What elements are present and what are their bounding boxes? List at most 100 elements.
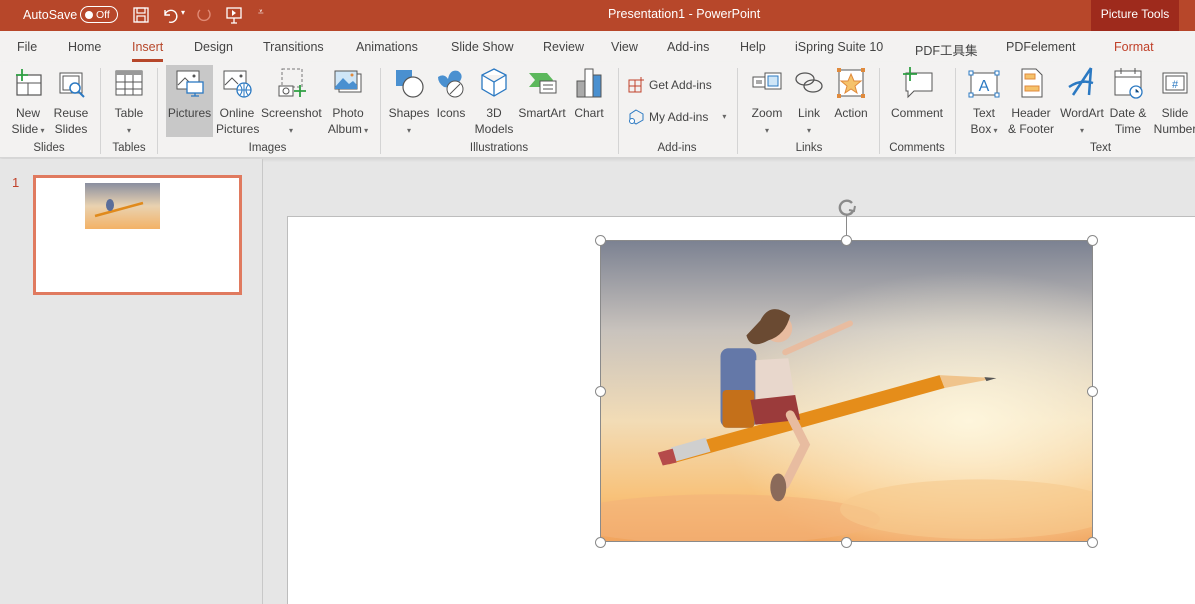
tab-help[interactable]: Help (740, 40, 766, 54)
tab-animations[interactable]: Animations (356, 40, 418, 54)
chart-icon (576, 68, 602, 98)
slide-number-button[interactable]: # Slide Number (1151, 65, 1195, 137)
date-time-icon (1114, 68, 1143, 99)
resize-handle-bottom[interactable] (841, 537, 852, 548)
undo-icon[interactable] (160, 5, 180, 25)
thumbnail-picture (85, 183, 160, 229)
resize-handle-right[interactable] (1087, 386, 1098, 397)
group-divider (100, 68, 101, 154)
comment-icon (903, 67, 933, 99)
smartart-icon (529, 73, 557, 94)
zoom-icon (752, 72, 782, 90)
date-time-button[interactable]: Date & Time (1106, 65, 1150, 137)
wordart-button[interactable]: WordArt ▾ (1057, 65, 1107, 139)
svg-text:A: A (979, 78, 990, 95)
pictures-button[interactable]: Pictures (166, 65, 213, 137)
tab-insert[interactable]: Insert (132, 40, 164, 62)
svg-text:#: # (1172, 79, 1179, 91)
tab-review[interactable]: Review (543, 40, 584, 54)
zoom-button[interactable]: Zoom ▾ (746, 65, 788, 139)
picture-tools-label: Picture Tools (1091, 0, 1179, 31)
tab-file[interactable]: File (17, 40, 37, 54)
tab-ispring[interactable]: iSpring Suite 10 (795, 40, 883, 54)
tab-transitions[interactable]: Transitions (263, 40, 324, 54)
tab-view[interactable]: View (611, 40, 638, 54)
online-pictures-icon (223, 70, 252, 98)
link-button[interactable]: Link ▾ (790, 65, 828, 139)
slide-number-icon: # (1162, 72, 1188, 94)
pictures-icon (176, 70, 204, 97)
resize-handle-top-left[interactable] (595, 235, 606, 246)
text-box-button[interactable]: A Text Box ▾ (963, 65, 1005, 139)
shapes-button[interactable]: Shapes ▾ (387, 65, 431, 139)
photo-album-icon (334, 70, 362, 93)
tab-add-ins[interactable]: Add-ins (667, 40, 709, 54)
redo-icon[interactable] (194, 5, 214, 25)
ribbon: New Slide ▾ Reuse Slides Slides Table ▾ Tab… (0, 62, 1195, 158)
text-box-icon: A (968, 70, 1000, 98)
group-divider (618, 68, 619, 154)
slide-thumbnail[interactable] (33, 175, 242, 295)
window-title: Presentation1 - PowerPoint (608, 7, 761, 21)
group-label-comments: Comments (889, 142, 945, 154)
smartart-button[interactable]: SmartArt (516, 65, 568, 121)
tab-slide-show[interactable]: Slide Show (451, 40, 514, 54)
get-add-ins-icon (628, 77, 644, 93)
photo-album-button[interactable]: Photo Album ▾ (324, 65, 372, 139)
table-icon (115, 70, 143, 96)
get-add-ins-button[interactable]: Get Add-ins (628, 76, 712, 93)
group-divider (380, 68, 381, 154)
reuse-slides-icon (59, 72, 85, 98)
group-divider (157, 68, 158, 154)
tab-home[interactable]: Home (68, 40, 101, 54)
resize-handle-top-right[interactable] (1087, 235, 1098, 246)
slide-number: 1 (12, 175, 20, 190)
reuse-slides-button[interactable]: Reuse Slides (51, 65, 91, 137)
autosave-state: Off (96, 8, 110, 21)
resize-handle-left[interactable] (595, 386, 606, 397)
group-label-illustrations: Illustrations (469, 142, 529, 154)
screenshot-icon (278, 68, 306, 97)
3d-models-button[interactable]: 3D Models (472, 65, 516, 137)
wordart-icon (1068, 67, 1094, 96)
screenshot-button[interactable]: Screenshot ▾ (261, 65, 322, 139)
present-icon[interactable] (224, 5, 244, 25)
header-footer-button[interactable]: Header & Footer (1007, 65, 1055, 137)
rotate-handle-icon[interactable] (836, 196, 858, 218)
title-bar: AutoSave Off ▾ ⩡ Presentation1 - PowerPo… (0, 0, 1195, 31)
link-icon (795, 72, 823, 93)
my-add-ins-button[interactable]: My Add-ins ▾ (628, 108, 726, 125)
resize-handle-bottom-right[interactable] (1087, 537, 1098, 548)
action-button[interactable]: Action (830, 65, 872, 121)
group-label-tables: Tables (112, 142, 146, 154)
group-label-add-ins: Add-ins (657, 142, 697, 154)
chart-button[interactable]: Chart (570, 65, 608, 121)
new-slide-button[interactable]: New Slide ▾ (6, 65, 50, 139)
tab-pdf-tools[interactable]: PDF工具集 (915, 40, 978, 59)
autosave-toggle[interactable]: Off (80, 6, 118, 23)
slides-pane: 1 (0, 159, 263, 604)
tab-format[interactable]: Format (1114, 40, 1154, 54)
selected-picture[interactable] (600, 240, 1093, 542)
header-footer-icon (1021, 68, 1043, 98)
resize-handle-top[interactable] (841, 235, 852, 246)
group-label-images: Images (248, 142, 287, 154)
save-icon[interactable] (131, 5, 151, 25)
3d-models-icon (481, 68, 507, 97)
ribbon-tabs: File Home Insert Design Transitions Anim… (0, 31, 1195, 62)
group-divider (879, 68, 880, 154)
icons-icon (438, 70, 464, 98)
tab-pdfelement[interactable]: PDFelement (1006, 40, 1075, 54)
autosave-label: AutoSave (23, 8, 78, 22)
resize-handle-bottom-left[interactable] (595, 537, 606, 548)
customize-icon[interactable]: ⩡ (258, 7, 264, 18)
comment-button[interactable]: Comment (888, 65, 946, 121)
new-slide-icon (16, 69, 42, 96)
online-pictures-button[interactable]: Online Pictures (216, 65, 259, 137)
tab-design[interactable]: Design (194, 40, 233, 54)
undo-dropdown-icon[interactable]: ▾ (181, 8, 185, 17)
group-label-slides: Slides (33, 142, 65, 154)
icons-button[interactable]: Icons (432, 65, 470, 121)
table-button[interactable]: Table ▾ (108, 65, 150, 139)
shapes-icon (396, 70, 424, 98)
